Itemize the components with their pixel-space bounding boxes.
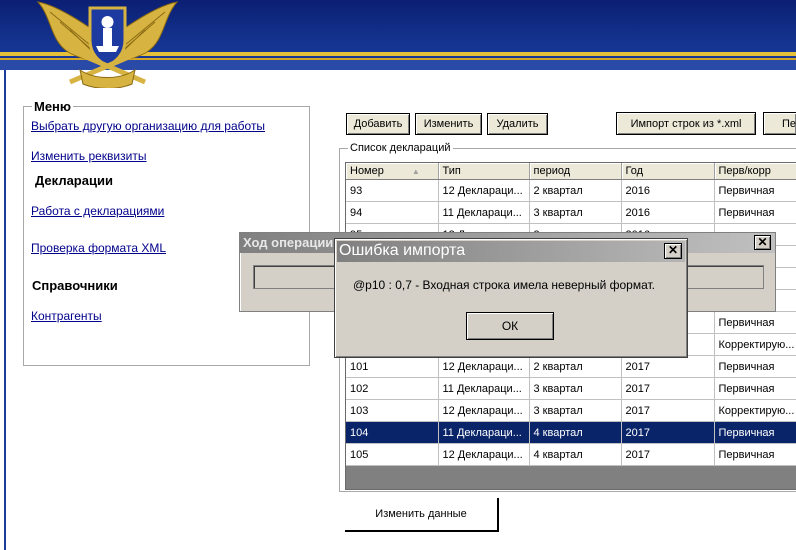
- table-row[interactable]: 104 11 Деклараци... 4 квартал 2017 Первичная: [346, 421, 796, 444]
- cell-period: 2 квартал: [529, 355, 622, 378]
- sort-ascending-icon: ▲: [411, 167, 420, 176]
- table-row[interactable]: 105 12 Деклараци... 4 квартал 2017 Первичная: [346, 443, 796, 466]
- cell-number: 105: [346, 443, 439, 466]
- table-header-row: Номер ▲ Тип период Год Перв/корр: [346, 163, 796, 180]
- table-row[interactable]: 93 12 Деклараци... 2 квартал 2016 Первичная: [346, 179, 796, 202]
- cell-primary-correction: Первичная: [714, 377, 796, 400]
- column-header-number[interactable]: Номер ▲: [346, 163, 439, 180]
- cell-type: 12 Деклараци...: [438, 399, 530, 422]
- ok-button[interactable]: ОК: [466, 312, 554, 340]
- cell-period: 4 квартал: [529, 421, 622, 444]
- cell-number: 103: [346, 399, 439, 422]
- cell-number: 102: [346, 377, 439, 400]
- cell-number: 93: [346, 179, 439, 202]
- change-requisites-link[interactable]: Изменить реквизиты: [31, 149, 146, 163]
- change-data-button[interactable]: Изменить данные: [345, 498, 499, 532]
- cell-primary-correction: Первичная: [714, 311, 796, 334]
- table-row[interactable]: 103 12 Деклараци... 3 квартал 2017 Корректир…: [346, 399, 796, 422]
- column-header-period[interactable]: период: [529, 163, 622, 180]
- choose-organization-link[interactable]: Выбрать другую организацию для работы: [31, 119, 265, 133]
- table-row[interactable]: 101 12 Деклараци... 2 квартал 2017 Первичная: [346, 355, 796, 378]
- import-error-message: @p10 : 0,7 - Входная строка имела неверн…: [353, 278, 655, 292]
- column-header-primary-correction[interactable]: Перв/корр: [714, 163, 796, 180]
- cell-year: 2016: [621, 179, 715, 202]
- cell-year: 2017: [621, 355, 715, 378]
- cell-primary-correction: Корректирую...: [714, 399, 796, 422]
- references-section-heading: Справочники: [32, 278, 118, 293]
- cell-type: 11 Деклараци...: [438, 421, 530, 444]
- cell-year: 2016: [621, 201, 715, 224]
- cell-year: 2017: [621, 443, 715, 466]
- work-with-declarations-link[interactable]: Работа с декларациями: [31, 204, 164, 218]
- table-row[interactable]: 102 11 Деклараци... 3 квартал 2017 Первичная: [346, 377, 796, 400]
- import-error-title: Ошибка импорта: [339, 242, 466, 259]
- cell-period: 2 квартал: [529, 179, 622, 202]
- import-error-dialog: Ошибка импорта ✕ @p10 : 0,7 - Входная ст…: [334, 238, 688, 358]
- cell-type: 12 Деклараци...: [438, 355, 530, 378]
- cell-type: 12 Деклараци...: [438, 443, 530, 466]
- cell-primary-correction: Первичная: [714, 443, 796, 466]
- import-error-titlebar[interactable]: Ошибка импорта ✕: [337, 241, 685, 262]
- state-emblem-icon: [36, 1, 179, 88]
- cell-type: 12 Деклараци...: [438, 179, 530, 202]
- table-row[interactable]: 94 11 Деклараци... 3 квартал 2016 Первичная: [346, 201, 796, 224]
- check-xml-format-link[interactable]: Проверка формата XML: [31, 241, 166, 255]
- cell-primary-correction: Первичная: [714, 421, 796, 444]
- progress-dialog-title: Ход операции: [243, 235, 334, 250]
- cell-primary-correction: Первичная: [714, 355, 796, 378]
- counterparties-link[interactable]: Контрагенты: [31, 309, 102, 323]
- import-xml-button[interactable]: Импорт строк из *.xml: [616, 112, 756, 135]
- cell-number: 94: [346, 201, 439, 224]
- cell-period: 3 квартал: [529, 377, 622, 400]
- cell-period: 3 квартал: [529, 399, 622, 422]
- menu-title: Меню: [32, 99, 74, 114]
- declarations-group-label: Список деклараций: [348, 142, 453, 154]
- edit-button[interactable]: Изменить: [415, 113, 482, 135]
- more-button[interactable]: Пе: [763, 112, 796, 135]
- cell-year: 2017: [621, 399, 715, 422]
- cell-primary-correction: Корректирую...: [714, 333, 796, 356]
- close-icon[interactable]: ✕: [754, 235, 771, 250]
- cell-period: 4 квартал: [529, 443, 622, 466]
- add-button[interactable]: Добавить: [346, 113, 410, 135]
- delete-button[interactable]: Удалить: [487, 113, 548, 135]
- cell-period: 3 квартал: [529, 201, 622, 224]
- cell-number: 104: [346, 421, 439, 444]
- cell-number: 101: [346, 355, 439, 378]
- cell-type: 11 Деклараци...: [438, 377, 530, 400]
- declarations-section-heading: Декларации: [35, 173, 113, 188]
- cell-primary-correction: Первичная: [714, 179, 796, 202]
- cell-primary-correction: Первичная: [714, 201, 796, 224]
- close-icon[interactable]: ✕: [664, 243, 682, 259]
- column-header-type[interactable]: Тип: [438, 163, 530, 180]
- cell-type: 11 Деклараци...: [438, 201, 530, 224]
- cell-year: 2017: [621, 421, 715, 444]
- column-header-year[interactable]: Год: [621, 163, 715, 180]
- cell-year: 2017: [621, 377, 715, 400]
